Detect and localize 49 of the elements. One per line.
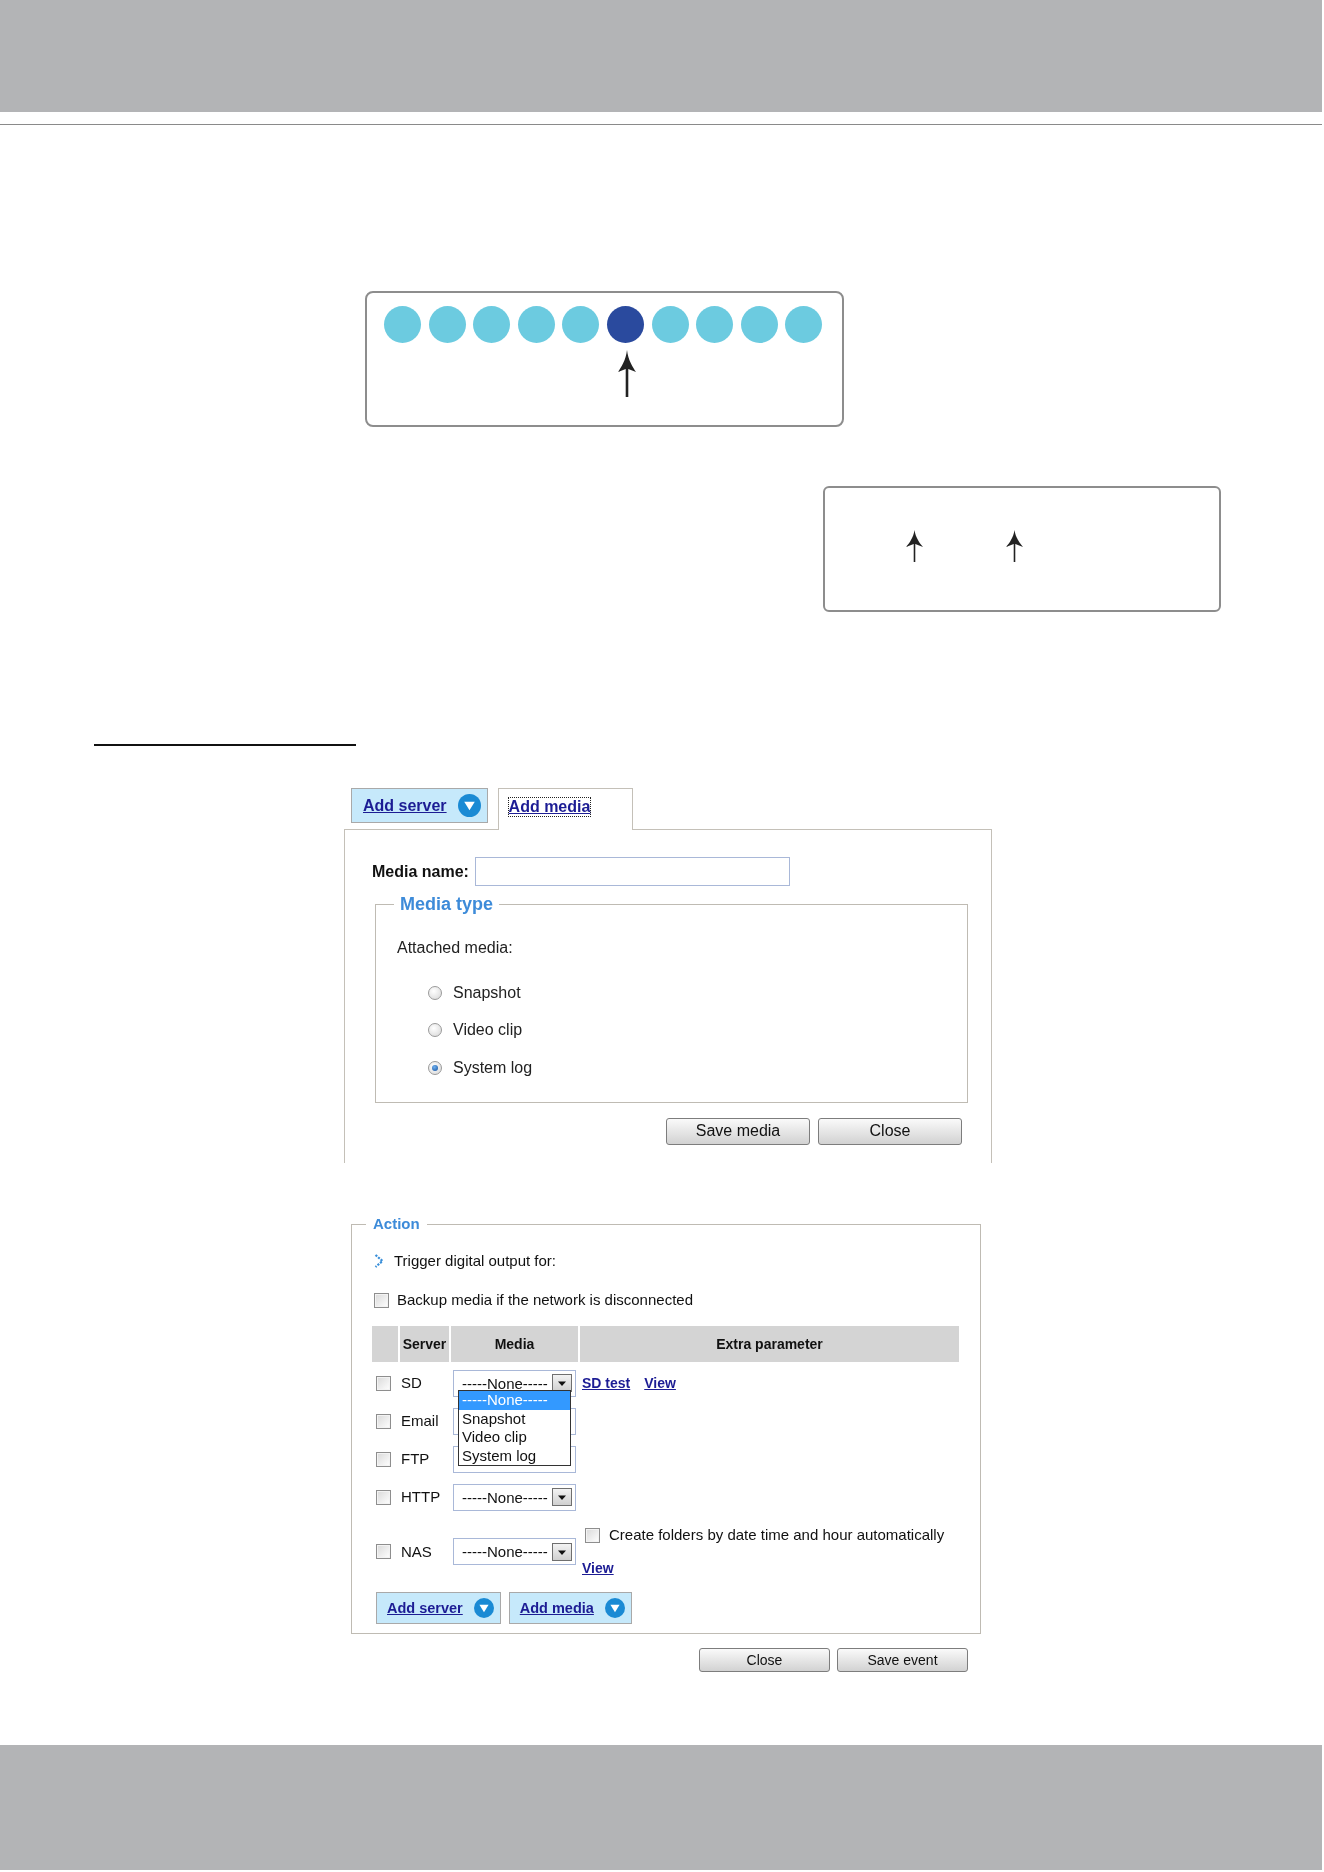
column-header: Server: [400, 1326, 449, 1362]
prompt-text: Attached media:: [397, 939, 513, 957]
up-arrow: [618, 350, 636, 397]
server-name: HTTP: [400, 1488, 441, 1506]
server-name: SD: [400, 1374, 422, 1392]
radio-button[interactable]: [428, 1023, 442, 1038]
up-arrow: [1006, 530, 1023, 562]
media-select[interactable]: -----None-----: [453, 1483, 576, 1511]
checkbox[interactable]: [376, 1489, 391, 1505]
checkbox-label: Backup media if the network is disconnected: [397, 1291, 693, 1309]
checkbox[interactable]: [376, 1544, 391, 1559]
tab[interactable]: Add media: [497, 788, 634, 830]
column-header: Extra parameter: [580, 1326, 959, 1362]
radio-button[interactable]: [428, 1060, 442, 1075]
tab[interactable]: Add server: [351, 788, 488, 823]
media-name-field[interactable]: [474, 857, 790, 886]
trigger-text: Trigger digital output for:: [394, 1252, 557, 1270]
chevron-right-icon: [374, 1254, 384, 1268]
field-label: Media name:: [372, 862, 469, 881]
media-select[interactable]: -----None-----: [453, 1538, 576, 1565]
option-label: Snapshot: [453, 983, 521, 1002]
checkbox[interactable]: [376, 1413, 391, 1429]
dialog-button[interactable]: Close: [699, 1648, 830, 1672]
dialog-button[interactable]: Save event: [837, 1648, 968, 1672]
option-label: System log: [453, 1058, 533, 1077]
text-link[interactable]: View: [644, 1374, 676, 1392]
caret-icon: [552, 1542, 572, 1561]
checkbox[interactable]: [376, 1375, 391, 1391]
server-name: Email: [400, 1412, 439, 1430]
server-name: FTP: [400, 1450, 430, 1468]
add-button[interactable]: Add server: [376, 1592, 501, 1624]
group-legend: Media type: [394, 894, 500, 914]
checkbox[interactable]: [374, 1292, 389, 1308]
up-arrow: [906, 530, 923, 562]
option-label: Video clip: [453, 1021, 523, 1040]
checkbox[interactable]: [376, 1451, 391, 1467]
text-link[interactable]: View: [582, 1559, 614, 1577]
column-header: [372, 1326, 398, 1362]
column-header: Media: [451, 1326, 578, 1362]
server-name: NAS: [400, 1542, 432, 1561]
caret-icon: [552, 1488, 572, 1506]
checkbox[interactable]: [585, 1527, 600, 1543]
radio-button[interactable]: [428, 985, 442, 1000]
checkbox-label: Create folders by date time and hour automatically: [609, 1526, 945, 1544]
text-link[interactable]: SD test: [582, 1374, 631, 1392]
add-button[interactable]: Add media: [508, 1592, 632, 1624]
dialog-button[interactable]: Close: [818, 1117, 962, 1145]
group-legend: Action: [366, 1214, 427, 1234]
dialog-button[interactable]: Save media: [666, 1117, 810, 1145]
